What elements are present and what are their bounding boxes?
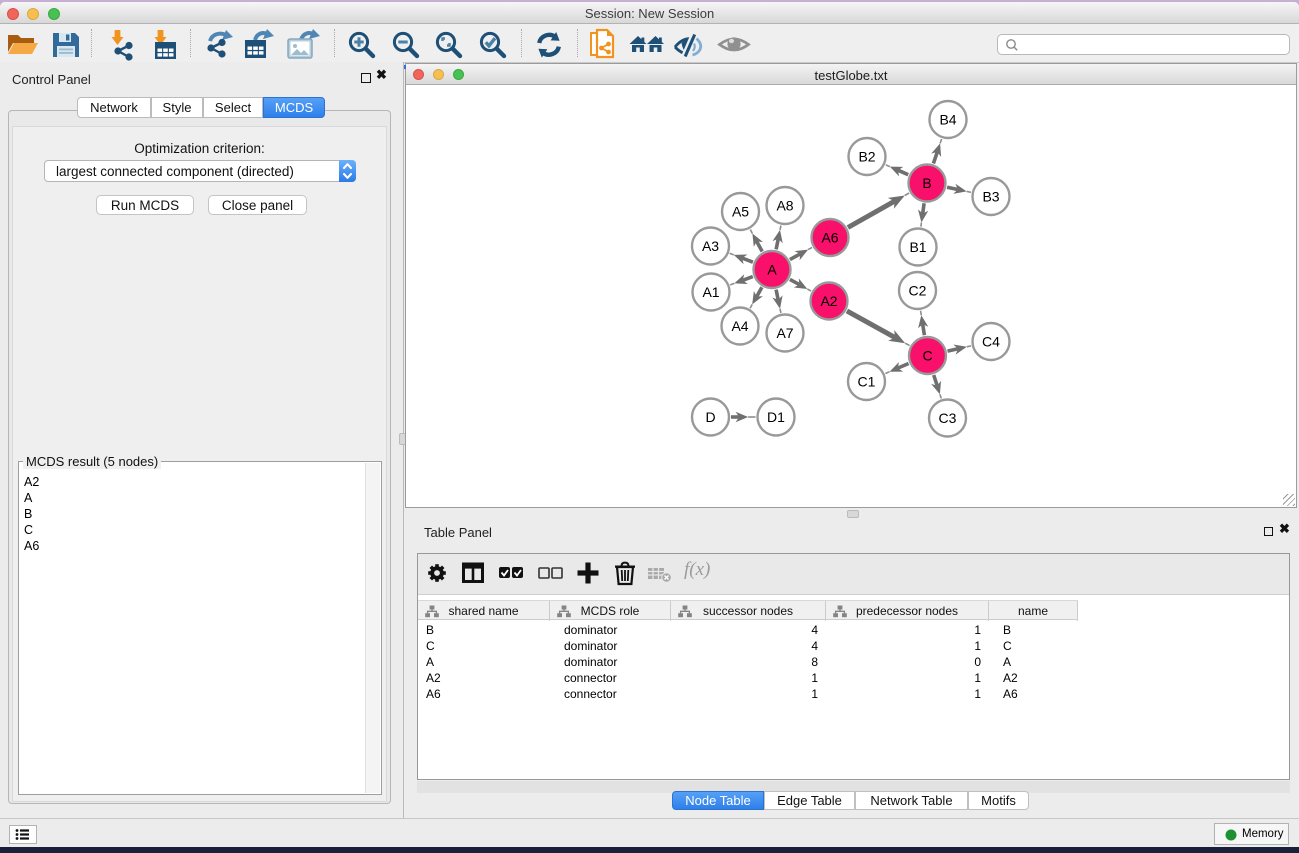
svg-text:B3: B3 bbox=[982, 188, 999, 204]
svg-text:A2: A2 bbox=[820, 293, 837, 309]
svg-text:D1: D1 bbox=[767, 409, 785, 425]
svg-text:A4: A4 bbox=[731, 318, 748, 334]
svg-text:A5: A5 bbox=[732, 203, 749, 219]
svg-text:B4: B4 bbox=[939, 111, 956, 127]
svg-text:D: D bbox=[705, 409, 715, 425]
svg-text:C4: C4 bbox=[982, 333, 1000, 349]
svg-text:B1: B1 bbox=[909, 239, 926, 255]
svg-text:B: B bbox=[922, 175, 931, 191]
svg-text:C: C bbox=[922, 347, 932, 363]
svg-text:A8: A8 bbox=[776, 197, 793, 213]
svg-text:A1: A1 bbox=[702, 284, 719, 300]
svg-text:C2: C2 bbox=[909, 282, 927, 298]
svg-text:C1: C1 bbox=[858, 373, 876, 389]
svg-text:A6: A6 bbox=[821, 229, 838, 245]
svg-text:C3: C3 bbox=[939, 410, 957, 426]
svg-text:B2: B2 bbox=[858, 148, 875, 164]
svg-text:A7: A7 bbox=[776, 325, 793, 341]
svg-text:A3: A3 bbox=[702, 238, 719, 254]
svg-text:A: A bbox=[767, 261, 777, 277]
